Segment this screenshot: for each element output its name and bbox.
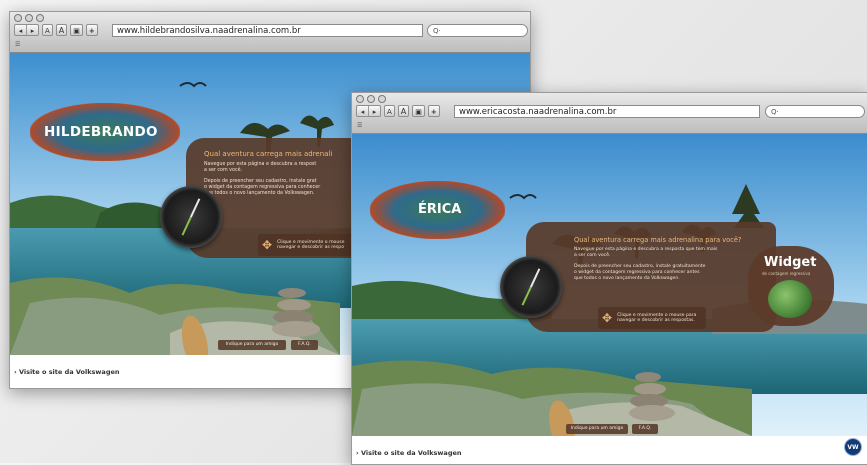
widget-subtitle: de contagem regressiva bbox=[762, 271, 811, 276]
compass-icon[interactable] bbox=[500, 256, 562, 318]
panel-text-1b: a ser com você. bbox=[574, 253, 611, 258]
minimize-button[interactable] bbox=[25, 14, 33, 22]
add-bookmark-button[interactable]: + bbox=[427, 105, 440, 117]
back-forward-buttons[interactable]: ◂ ▸ bbox=[356, 105, 381, 117]
volkswagen-logo[interactable]: VW bbox=[844, 438, 862, 456]
panel-text-1: Navegue por esta página e descubra a res… bbox=[204, 162, 317, 167]
close-button[interactable] bbox=[14, 14, 22, 22]
hint-text-b: navegar e descobrir as respostas. bbox=[617, 318, 695, 323]
browser-window-erica: ◂ ▸ A A ▣ + www.ericacosta.naadrenalina.… bbox=[351, 92, 867, 465]
bookmarks-icon[interactable]: ☰ bbox=[15, 41, 20, 48]
panel-text-2b: o widget da contagem regressiva para con… bbox=[574, 270, 700, 275]
widget-title: Widget bbox=[764, 255, 817, 270]
panel-text-2c: que todos o novo lançamento da Volkswage… bbox=[574, 276, 680, 281]
browser-chrome: ◂ ▸ A A ▣ + www.ericacosta.naadrenalina.… bbox=[352, 93, 867, 134]
toolbar: ◂ ▸ A A ▣ + bbox=[356, 105, 440, 117]
address-bar[interactable]: www.ericacosta.naadrenalina.com.br bbox=[454, 105, 760, 118]
back-icon[interactable]: ◂ bbox=[357, 106, 369, 116]
forward-icon[interactable]: ▸ bbox=[27, 25, 38, 35]
forward-icon[interactable]: ▸ bbox=[369, 106, 380, 116]
font-larger-button[interactable]: A bbox=[397, 105, 410, 117]
minimize-button[interactable] bbox=[367, 95, 375, 103]
search-field[interactable]: Q· bbox=[427, 24, 528, 37]
widget-download[interactable]: Widget de contagem regressiva bbox=[748, 246, 834, 326]
site-scene: ÉRICA Qual aventura carrega mais adrenal… bbox=[352, 134, 867, 436]
font-smaller-button[interactable]: A bbox=[384, 105, 395, 117]
move-icon: ✥ bbox=[262, 238, 273, 252]
panel-title: Qual aventura carrega mais adrenali bbox=[204, 150, 333, 158]
name-banner: ÉRICA bbox=[370, 181, 505, 239]
close-button[interactable] bbox=[356, 95, 364, 103]
vw-logo-text: VW bbox=[847, 444, 859, 451]
back-icon[interactable]: ◂ bbox=[15, 25, 27, 35]
search-field[interactable]: Q· bbox=[765, 105, 865, 118]
hint-text-b: navegar e descobrir as respo bbox=[277, 245, 345, 250]
navigation-hint: ✥ Clique e movimente o mouse para navega… bbox=[598, 307, 706, 329]
window-controls bbox=[356, 95, 386, 103]
panel-text-1: Navegue por esta página e descubra a res… bbox=[574, 247, 718, 252]
volkswagen-link[interactable]: › Visite o site da Volkswagen bbox=[14, 368, 120, 376]
zoom-button[interactable] bbox=[36, 14, 44, 22]
compass-icon[interactable] bbox=[160, 186, 222, 248]
panel-text-1b: a ser com você. bbox=[204, 168, 243, 173]
camera-icon[interactable]: ▣ bbox=[412, 105, 425, 117]
indique-button[interactable]: Indique para um amigo bbox=[566, 424, 628, 434]
name-banner: HILDEBRANDO bbox=[30, 103, 180, 161]
zoom-button[interactable] bbox=[378, 95, 386, 103]
window-controls bbox=[14, 14, 44, 22]
font-larger-button[interactable]: A bbox=[55, 24, 68, 36]
back-forward-buttons[interactable]: ◂ ▸ bbox=[14, 24, 39, 36]
faq-button[interactable]: F.A.Q. bbox=[632, 424, 658, 434]
panel-text-2b: o widget da contagem regressiva para con… bbox=[204, 185, 321, 190]
camera-icon[interactable]: ▣ bbox=[70, 24, 83, 36]
panel-title: Qual aventura carrega mais adrenalina pa… bbox=[574, 236, 742, 244]
globe-icon bbox=[768, 280, 812, 318]
panel-text-2: Depois de preencher seu cadastro, instal… bbox=[574, 264, 706, 269]
user-name: ÉRICA bbox=[418, 202, 462, 217]
browser-chrome: ◂ ▸ A A ▣ + www.hildebrandosilva.naadren… bbox=[10, 12, 530, 53]
address-bar[interactable]: www.hildebrandosilva.naadrenalina.com.br bbox=[112, 24, 423, 37]
panel-text-2: Depois de preencher seu cadastro, instal… bbox=[204, 179, 317, 184]
site-footer: › Visite o site da Volkswagen VW bbox=[352, 436, 867, 464]
toolbar: ◂ ▸ A A ▣ + bbox=[14, 24, 98, 36]
move-icon: ✥ bbox=[602, 311, 613, 325]
panel-text-2c: que todos o novo lançamento da Volkswage… bbox=[204, 191, 315, 196]
search-icon: Q bbox=[433, 27, 439, 35]
user-name: HILDEBRANDO bbox=[44, 124, 158, 140]
bookmarks-icon[interactable]: ☰ bbox=[357, 122, 362, 129]
search-icon: Q bbox=[771, 108, 777, 116]
indique-button[interactable]: Indique para um amigo bbox=[218, 340, 286, 350]
add-bookmark-button[interactable]: + bbox=[85, 24, 98, 36]
volkswagen-link[interactable]: › Visite o site da Volkswagen bbox=[356, 449, 462, 457]
faq-button[interactable]: F.A.Q. bbox=[291, 340, 318, 350]
font-smaller-button[interactable]: A bbox=[42, 24, 53, 36]
